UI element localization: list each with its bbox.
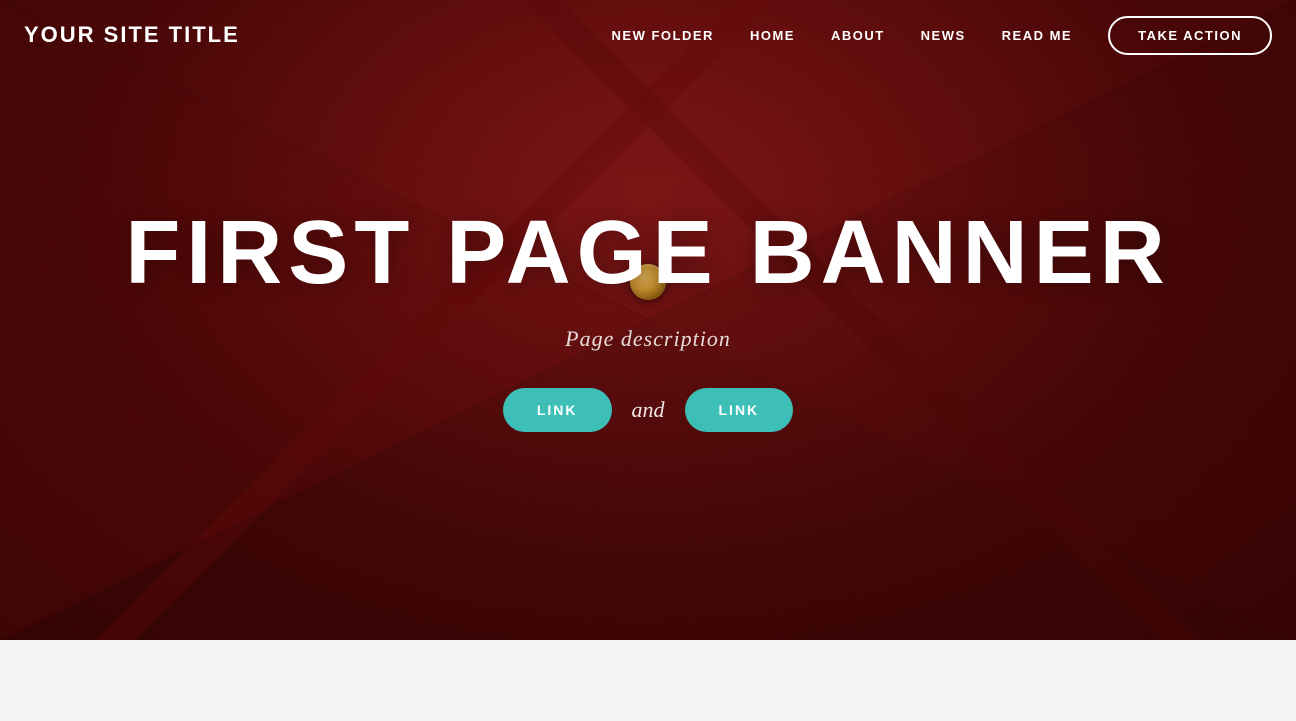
nav-link-about[interactable]: ABOUT <box>831 28 885 43</box>
bottom-section <box>0 640 1296 721</box>
hero-link-button-1[interactable]: LINK <box>503 388 612 432</box>
hero-section: FIRST PAGE BANNER Page description LINK … <box>0 0 1296 640</box>
hero-description: Page description <box>565 326 731 352</box>
site-header: YOUR SITE TITLE NEW FOLDER HOME ABOUT NE… <box>0 0 1296 70</box>
hero-title: FIRST PAGE BANNER <box>125 208 1170 298</box>
main-nav: NEW FOLDER HOME ABOUT NEWS READ ME TAKE … <box>612 16 1272 55</box>
hero-content: FIRST PAGE BANNER Page description LINK … <box>125 208 1170 432</box>
hero-and-text: and <box>632 397 665 423</box>
cta-button[interactable]: TAKE ACTION <box>1108 16 1272 55</box>
nav-link-new-folder[interactable]: NEW FOLDER <box>612 28 714 43</box>
hero-link-button-2[interactable]: LINK <box>685 388 794 432</box>
site-title[interactable]: YOUR SITE TITLE <box>24 22 240 48</box>
nav-link-home[interactable]: HOME <box>750 28 795 43</box>
nav-link-news[interactable]: NEWS <box>921 28 966 43</box>
hero-actions: LINK and LINK <box>503 388 793 432</box>
nav-link-read-me[interactable]: READ ME <box>1002 28 1072 43</box>
